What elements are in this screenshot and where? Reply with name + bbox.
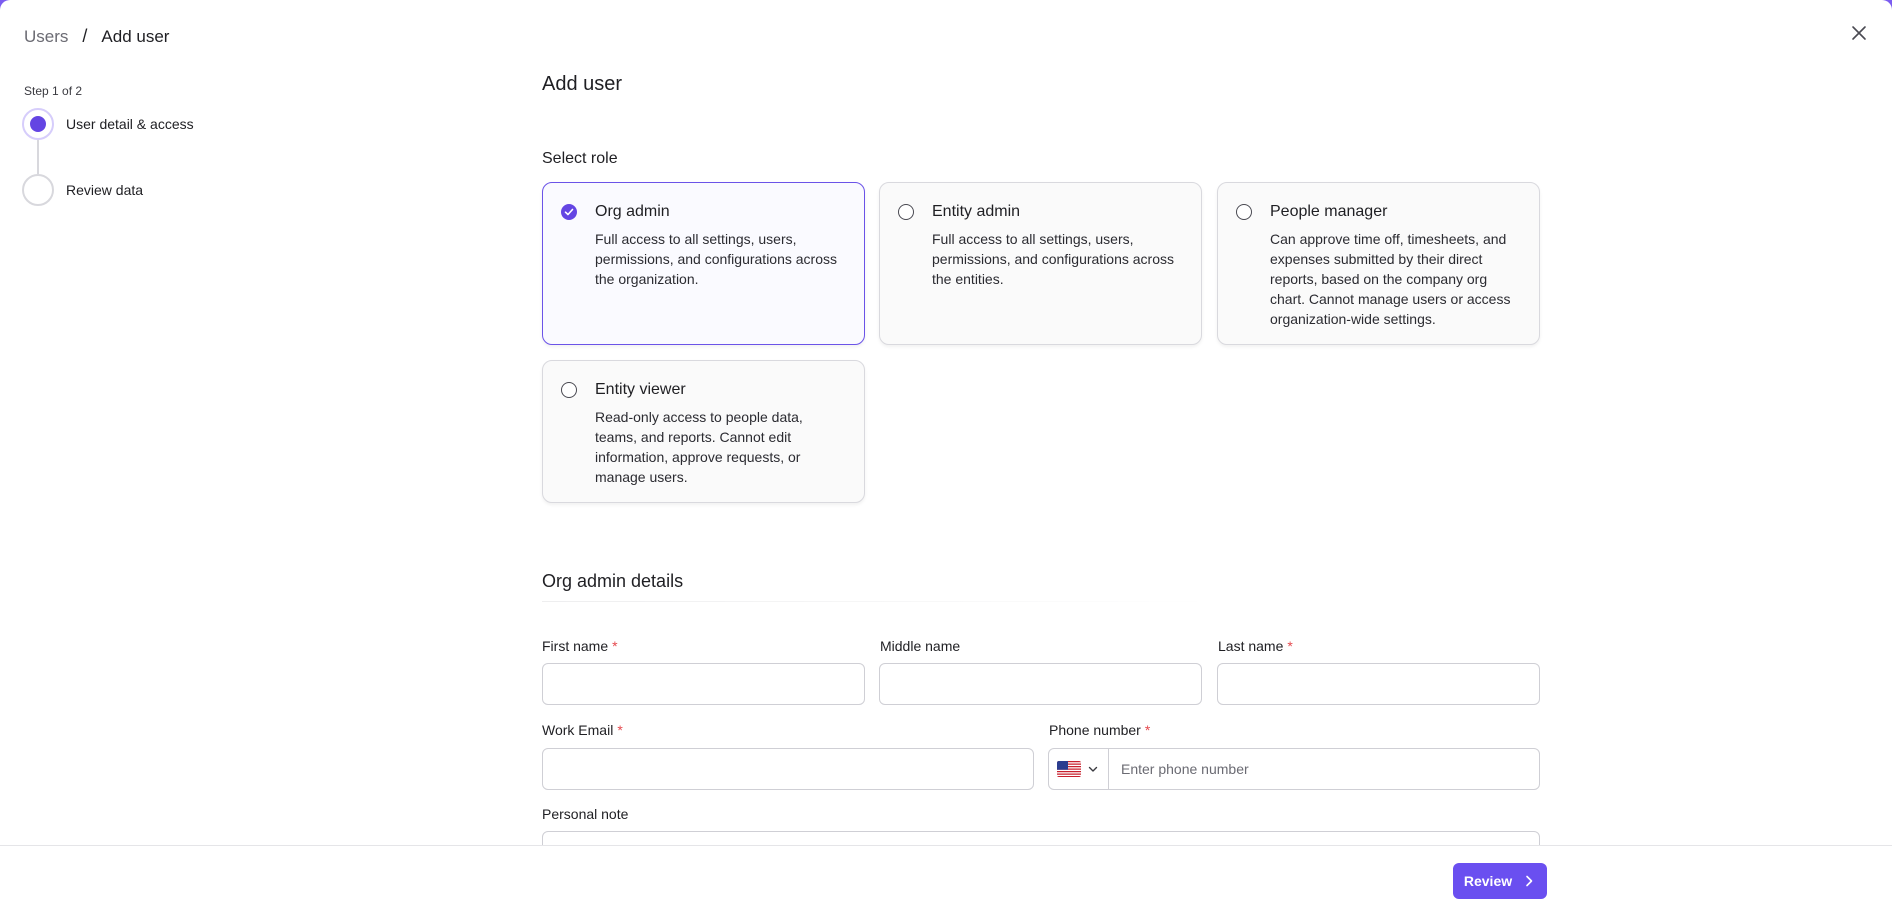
role-card-entity-admin[interactable]: Entity admin Full access to all settings… bbox=[879, 182, 1202, 345]
last-name-label: Last name * bbox=[1218, 638, 1293, 654]
role-title: Entity viewer bbox=[595, 381, 686, 398]
review-button[interactable]: Review bbox=[1453, 863, 1547, 899]
required-marker: * bbox=[617, 722, 623, 738]
phone-number-label-text: Phone number bbox=[1049, 722, 1141, 738]
required-marker: * bbox=[612, 638, 618, 654]
chevron-right-icon bbox=[1526, 875, 1533, 887]
chevron-down-icon bbox=[1088, 766, 1098, 772]
country-code-select[interactable] bbox=[1049, 749, 1109, 789]
role-card-entity-viewer[interactable]: Entity viewer Read-only access to people… bbox=[542, 360, 865, 503]
review-button-label: Review bbox=[1463, 873, 1513, 889]
close-button[interactable] bbox=[1848, 22, 1870, 44]
middle-name-input[interactable] bbox=[879, 663, 1202, 705]
middle-name-label: Middle name bbox=[880, 638, 961, 654]
first-name-label: First name * bbox=[542, 638, 618, 654]
role-description: Full access to all settings, users, perm… bbox=[595, 231, 838, 287]
phone-number-input[interactable] bbox=[1109, 749, 1539, 789]
work-email-input[interactable] bbox=[542, 748, 1034, 790]
phone-number-field bbox=[1048, 748, 1540, 790]
details-section-title: Org admin details bbox=[542, 571, 684, 591]
select-role-label: Select role bbox=[542, 150, 618, 167]
first-name-label-text: First name bbox=[542, 638, 609, 654]
breadcrumb-separator: / bbox=[82, 26, 88, 46]
footer-bar: Review bbox=[0, 845, 1892, 911]
required-marker: * bbox=[1287, 638, 1293, 654]
stepper: User detail & access Review data bbox=[22, 108, 194, 206]
step-label: Review data bbox=[66, 182, 144, 198]
breadcrumb-users-link[interactable]: Users bbox=[24, 27, 68, 47]
work-email-label-text: Work Email bbox=[542, 722, 614, 738]
breadcrumb: Users / Add user bbox=[24, 26, 169, 47]
step-caption: Step 1 of 2 bbox=[24, 84, 83, 98]
breadcrumb-current: Add user bbox=[101, 26, 170, 46]
step-label: User detail & access bbox=[66, 116, 194, 132]
role-description: Full access to all settings, users, perm… bbox=[932, 231, 1175, 287]
role-title: Entity admin bbox=[932, 203, 1021, 220]
last-name-input[interactable] bbox=[1217, 663, 1540, 705]
step-review-data[interactable]: Review data bbox=[22, 174, 194, 206]
close-icon bbox=[1852, 26, 1866, 40]
role-title: Org admin bbox=[595, 203, 670, 220]
role-title: People manager bbox=[1270, 203, 1388, 220]
us-flag-icon bbox=[1057, 761, 1081, 777]
details-divider bbox=[542, 601, 1212, 602]
page-title: Add user bbox=[542, 73, 623, 95]
step-active-indicator bbox=[22, 108, 54, 140]
add-user-modal: Users / Add user Step 1 of 2 User detail… bbox=[0, 0, 1892, 911]
last-name-label-text: Last name bbox=[1218, 638, 1284, 654]
role-description: Can approve time off, timesheets, and ex… bbox=[1270, 231, 1511, 327]
personal-note-label: Personal note bbox=[542, 806, 629, 822]
role-description: Read-only access to people data, teams, … bbox=[595, 409, 803, 485]
role-radio-checked[interactable] bbox=[561, 204, 577, 220]
check-icon bbox=[564, 208, 574, 216]
step-user-detail[interactable]: User detail & access bbox=[22, 108, 194, 140]
work-email-label: Work Email * bbox=[542, 722, 623, 738]
role-card-people-manager[interactable]: People manager Can approve time off, tim… bbox=[1217, 182, 1540, 345]
role-radio[interactable] bbox=[898, 204, 914, 220]
role-radio[interactable] bbox=[561, 382, 577, 398]
role-radio[interactable] bbox=[1236, 204, 1252, 220]
phone-number-label: Phone number * bbox=[1049, 722, 1150, 738]
role-card-org-admin[interactable]: Org admin Full access to all settings, u… bbox=[542, 182, 865, 345]
step-pending-indicator bbox=[22, 174, 54, 206]
first-name-input[interactable] bbox=[542, 663, 865, 705]
required-marker: * bbox=[1144, 722, 1151, 738]
